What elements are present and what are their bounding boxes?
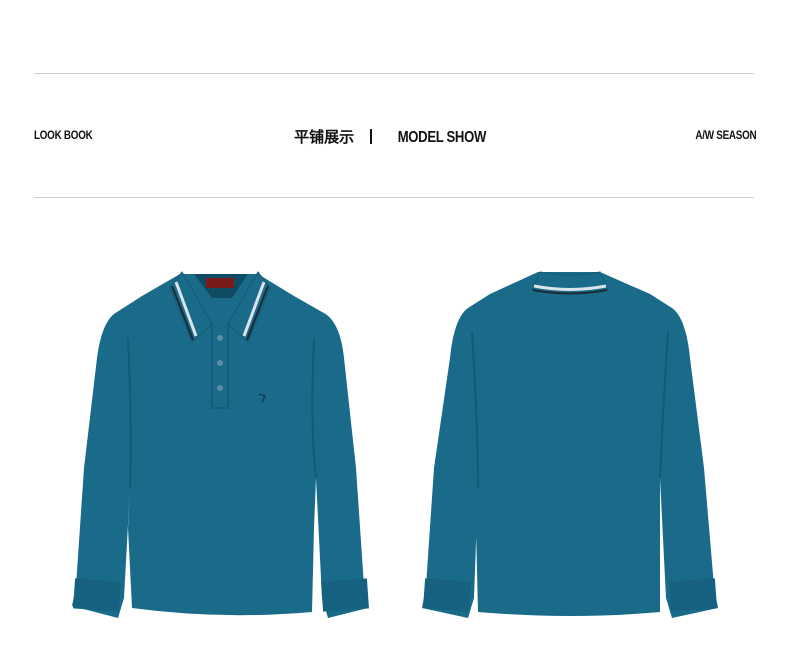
polo-front-image [72, 271, 369, 618]
section-title-en: MODEL SHOW [397, 129, 487, 146]
season-label: A/W SEASON [695, 128, 756, 142]
section-title-cn: 平铺展示 [294, 128, 355, 146]
polo-back-image [422, 271, 718, 618]
top-divider [34, 73, 754, 74]
bottom-divider [34, 197, 754, 198]
title-separator [370, 129, 373, 144]
section-title: 平铺展示 MODEL SHOW [0, 126, 790, 147]
